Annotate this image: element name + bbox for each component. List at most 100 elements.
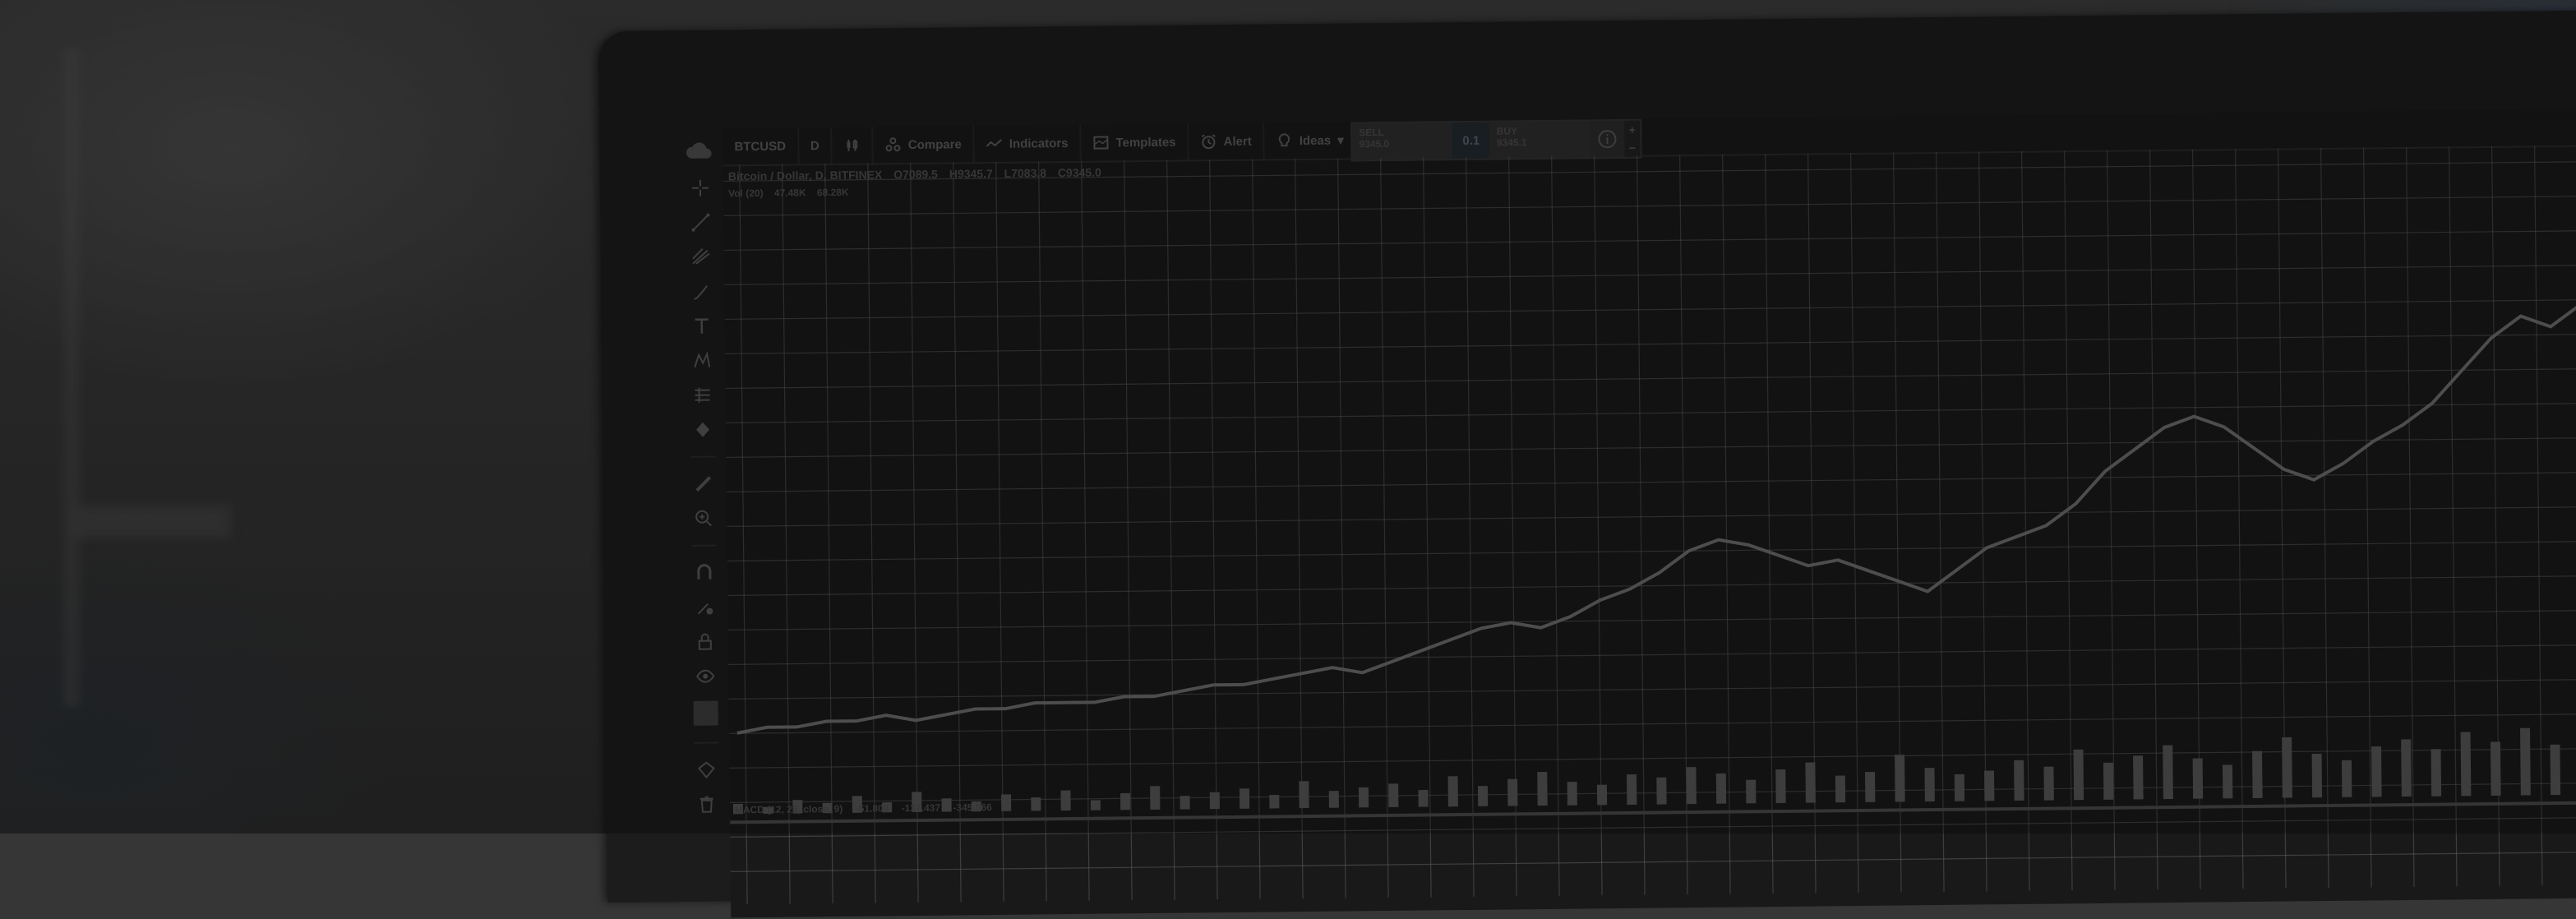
ruler-icon[interactable] bbox=[694, 474, 713, 494]
sell-button[interactable]: SELL 9345.0 bbox=[1352, 122, 1453, 160]
chart-style-button[interactable] bbox=[832, 127, 875, 164]
eye-icon[interactable] bbox=[695, 667, 715, 686]
volume-bar bbox=[1447, 776, 1458, 807]
volume-bar bbox=[1209, 792, 1220, 810]
toolbar-separator bbox=[691, 544, 717, 547]
grid-line-vertical bbox=[1038, 161, 1047, 902]
stay-in-drawing-mode-icon[interactable] bbox=[695, 598, 714, 617]
drawing-toolbar bbox=[682, 178, 726, 917]
grid-line-vertical bbox=[2448, 146, 2458, 887]
volume-bar bbox=[1418, 790, 1429, 807]
grid-line-vertical bbox=[995, 161, 1004, 902]
indicators-label: Indicators bbox=[1009, 136, 1069, 151]
zoom-in-icon[interactable] bbox=[694, 509, 713, 529]
volume-bar bbox=[1537, 772, 1548, 806]
volume-bar bbox=[2073, 749, 2084, 801]
ideas-button[interactable]: Ideas ▾ bbox=[1264, 122, 1357, 159]
interval-button[interactable]: D bbox=[798, 127, 833, 164]
volume-bar bbox=[2371, 746, 2382, 797]
grid-line-horizontal bbox=[724, 264, 2576, 286]
indicator-label: MACD (12, 26, close, 9) bbox=[734, 802, 843, 816]
object-tree-icon[interactable] bbox=[696, 760, 716, 780]
volume-bar bbox=[2282, 737, 2292, 798]
volume-bar bbox=[2043, 766, 2054, 801]
quantity-stepper[interactable]: + − bbox=[1624, 120, 1641, 157]
text-tool-icon[interactable] bbox=[692, 316, 712, 336]
buy-button[interactable]: BUY 9345.1 bbox=[1489, 121, 1590, 159]
grid-line-horizontal bbox=[727, 540, 2576, 561]
volume-bar bbox=[1627, 774, 1637, 805]
grid-line-vertical bbox=[953, 162, 962, 903]
grid-line-vertical bbox=[1209, 159, 1218, 900]
volume-bar bbox=[1984, 770, 1995, 801]
volume-bar bbox=[1269, 795, 1280, 809]
grid-line-vertical bbox=[1380, 158, 1389, 898]
grid-line-horizontal bbox=[730, 851, 2576, 872]
minus-icon[interactable]: − bbox=[1629, 141, 1636, 155]
grid-line-vertical bbox=[1637, 155, 1646, 895]
grid-line-horizontal bbox=[725, 367, 2576, 390]
price-series-line[interactable] bbox=[732, 238, 2576, 735]
volume-bar bbox=[2550, 744, 2561, 796]
volume-bar bbox=[2311, 753, 2323, 798]
indicators-button[interactable]: Indicators bbox=[974, 124, 1082, 163]
magnet-icon[interactable] bbox=[695, 563, 714, 583]
grid-line-horizontal bbox=[722, 160, 2576, 182]
grid-line-vertical bbox=[1124, 160, 1133, 901]
volume-bar bbox=[1031, 797, 1041, 811]
fib-retracement-icon[interactable] bbox=[691, 247, 711, 267]
volume-bar bbox=[2192, 758, 2204, 799]
volume-bar bbox=[1299, 781, 1309, 809]
info-button[interactable] bbox=[1590, 121, 1625, 157]
grid-line-vertical bbox=[1081, 160, 1090, 901]
grid-line-vertical bbox=[824, 164, 833, 904]
shapes-icon[interactable] bbox=[693, 420, 713, 440]
grid-line-vertical bbox=[1936, 151, 1945, 892]
alert-button[interactable]: Alert bbox=[1189, 122, 1266, 160]
volume-bar bbox=[2133, 755, 2144, 800]
pattern-icon[interactable] bbox=[692, 351, 712, 371]
grid-line-vertical bbox=[1594, 155, 1603, 896]
plus-icon[interactable]: + bbox=[1629, 123, 1636, 136]
grid-line-horizontal bbox=[729, 747, 2576, 769]
volume-bar bbox=[1865, 771, 1876, 802]
trash-icon[interactable] bbox=[697, 795, 717, 815]
background-shelf-post bbox=[58, 49, 85, 707]
lock-icon[interactable] bbox=[695, 632, 715, 652]
volume-bar bbox=[1180, 796, 1190, 810]
volume-bar bbox=[1090, 800, 1101, 810]
grid-line-vertical bbox=[1423, 157, 1432, 898]
volume-bar bbox=[1328, 791, 1339, 808]
grid-line-horizontal bbox=[728, 713, 2576, 734]
price-chart[interactable] bbox=[722, 145, 2576, 905]
prediction-icon[interactable] bbox=[693, 386, 713, 405]
volume-bar bbox=[1596, 784, 1608, 806]
volume-bar bbox=[2431, 749, 2442, 797]
volume-bar bbox=[1150, 786, 1161, 810]
volume-bar bbox=[1060, 790, 1071, 811]
volume-bar bbox=[2520, 727, 2531, 796]
crosshair-icon[interactable] bbox=[690, 178, 710, 198]
compare-label: Compare bbox=[907, 136, 962, 152]
grid-line-vertical bbox=[2320, 148, 2329, 889]
grid-line-vertical bbox=[1166, 159, 1175, 900]
symbol-search[interactable]: BTCUSD bbox=[722, 127, 800, 165]
compare-button[interactable]: Compare bbox=[873, 126, 976, 164]
active-tool-highlight[interactable] bbox=[693, 700, 718, 726]
volume-bar bbox=[2222, 764, 2233, 799]
grid-line-vertical bbox=[739, 164, 748, 905]
volume-bar bbox=[1567, 781, 1577, 806]
grid-line-vertical bbox=[2064, 150, 2073, 891]
volume-bar bbox=[1835, 775, 1846, 803]
trend-line-icon[interactable] bbox=[690, 213, 710, 233]
volume-bar bbox=[2014, 760, 2024, 801]
cloud-icon[interactable] bbox=[685, 141, 712, 165]
background-shelf bbox=[74, 506, 230, 538]
brush-icon[interactable] bbox=[691, 282, 711, 302]
templates-button[interactable]: Templates bbox=[1081, 123, 1189, 161]
indicator-value-1: -51.809 bbox=[855, 802, 889, 815]
info-icon bbox=[1598, 130, 1617, 149]
buy-price: 9345.1 bbox=[1496, 136, 1527, 149]
volume-bar bbox=[2460, 732, 2472, 797]
volume-bar bbox=[1775, 769, 1786, 804]
